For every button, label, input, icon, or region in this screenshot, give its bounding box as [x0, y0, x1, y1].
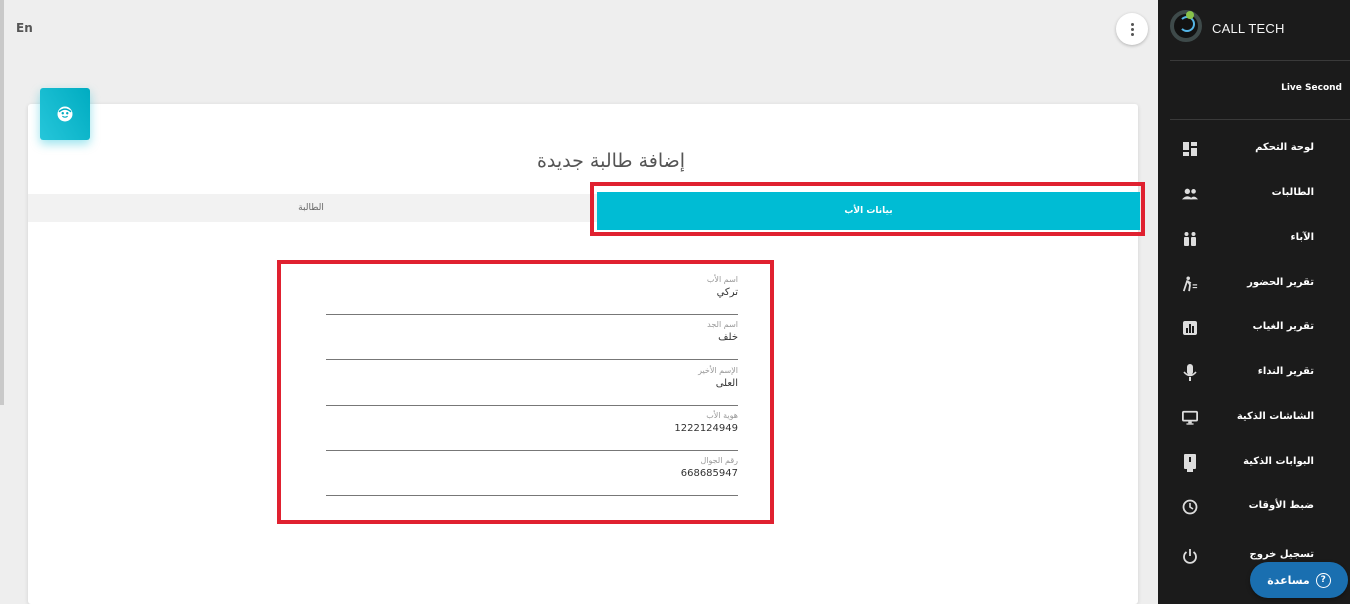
- sidebar-item-label: الآباء: [1290, 232, 1315, 243]
- scrollbar[interactable]: [0, 0, 4, 405]
- logo: [1170, 10, 1202, 42]
- sidebar-item-smart-screens[interactable]: الشاشات الذكية: [1158, 403, 1350, 433]
- field-label: اسم الجد: [707, 320, 738, 329]
- sidebar-item-label: الطالبات: [1271, 187, 1314, 198]
- power-icon: [1182, 548, 1198, 564]
- sidebar-item-smart-gates[interactable]: البوابات الذكية: [1158, 448, 1350, 478]
- field-value[interactable]: 1222124949: [674, 423, 738, 434]
- live-second-link[interactable]: Live Second: [1281, 83, 1342, 93]
- dashboard-icon: [1182, 141, 1198, 157]
- field-value[interactable]: 668685947: [681, 468, 738, 479]
- more-options-button[interactable]: [1116, 13, 1148, 45]
- field-value[interactable]: تركي: [717, 287, 738, 298]
- sidebar-item-label: لوحة التحكم: [1255, 142, 1314, 153]
- page-title: إضافة طالبة جديدة: [536, 150, 686, 172]
- sidebar-item-label: تسجيل خروج: [1249, 549, 1314, 560]
- sidebar-item-label: تقرير الحضور: [1247, 277, 1314, 288]
- sidebar: CALL TECH Live Second لوحة التحكم الطالب…: [1158, 0, 1350, 604]
- student-face-icon: [40, 88, 90, 140]
- monitor-icon: [1182, 410, 1198, 426]
- microphone-icon: [1182, 364, 1198, 381]
- grandfather-name-field[interactable]: اسم الجد خلف: [326, 320, 738, 360]
- sidebar-item-parents[interactable]: الآباء: [1158, 224, 1350, 254]
- father-name-field[interactable]: اسم الأب تركي: [326, 275, 738, 315]
- field-label: اسم الأب: [706, 275, 738, 284]
- sidebar-item-dashboard[interactable]: لوحة التحكم: [1158, 134, 1350, 164]
- sidebar-item-label: الشاشات الذكية: [1236, 411, 1314, 422]
- sidebar-item-label: البوابات الذكية: [1243, 456, 1314, 467]
- field-label: رقم الجوال: [700, 456, 738, 465]
- sidebar-item-absence-report[interactable]: تقرير الغياب: [1158, 313, 1350, 343]
- field-label: هوية الأب: [706, 411, 738, 420]
- sidebar-item-label: تقرير النداء: [1257, 366, 1314, 377]
- highlight-box-tab: [590, 182, 1145, 236]
- sidebar-item-label: ضبط الأوقات: [1248, 500, 1314, 511]
- sidebar-item-time-settings[interactable]: ضبط الأوقات: [1158, 492, 1350, 522]
- add-student-card: إضافة طالبة جديدة الطالبة بيانات الأب اس…: [28, 104, 1145, 604]
- language-toggle[interactable]: En: [16, 21, 33, 35]
- gate-icon: [1182, 454, 1198, 472]
- field-value[interactable]: العلى: [716, 378, 738, 389]
- tab-student[interactable]: الطالبة: [28, 194, 594, 222]
- kebab-icon: [1130, 22, 1134, 37]
- sidebar-item-label: تقرير الغياب: [1252, 321, 1314, 332]
- sidebar-item-students[interactable]: الطالبات: [1158, 179, 1350, 209]
- mobile-number-field[interactable]: رقم الجوال 668685947: [326, 456, 738, 496]
- field-value[interactable]: خلف: [718, 332, 738, 343]
- family-icon: [1182, 231, 1198, 247]
- clock-icon: [1182, 499, 1198, 515]
- last-name-field[interactable]: الإسم الأخير العلى: [326, 366, 738, 406]
- people-icon: [1182, 186, 1198, 202]
- sidebar-item-call-report[interactable]: تقرير النداء: [1158, 358, 1350, 388]
- sidebar-item-attendance-report[interactable]: تقرير الحضور: [1158, 269, 1350, 299]
- brand-name: CALL TECH: [1212, 21, 1285, 36]
- father-id-field[interactable]: هوية الأب 1222124949: [326, 411, 738, 451]
- field-label: الإسم الأخير: [698, 366, 738, 375]
- divider: [1170, 119, 1350, 120]
- help-label: مساعدة: [1267, 573, 1310, 587]
- divider: [1170, 60, 1350, 61]
- question-icon: ?: [1315, 572, 1331, 588]
- help-button[interactable]: مساعدة ?: [1250, 562, 1348, 598]
- chart-icon: [1182, 320, 1198, 336]
- walking-icon: [1182, 276, 1198, 292]
